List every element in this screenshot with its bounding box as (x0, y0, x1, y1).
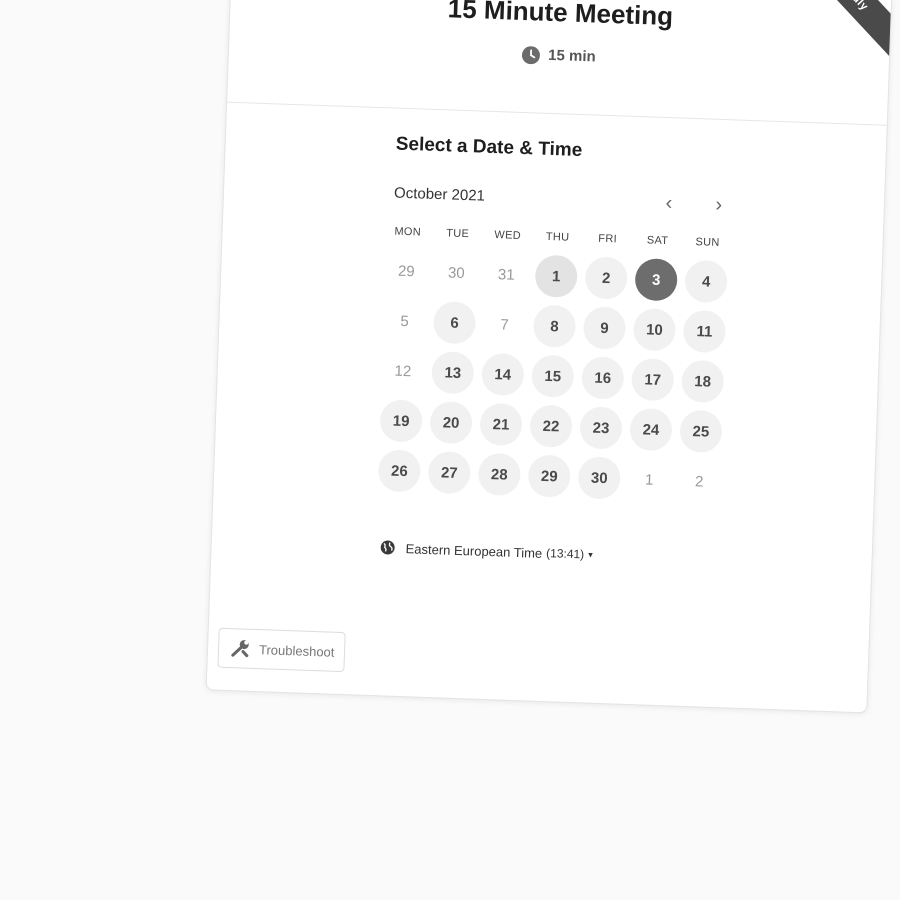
globe-icon (379, 539, 396, 556)
day-label: 7 (500, 315, 510, 334)
timezone-name: Eastern European Time (405, 540, 543, 561)
weekday-label: TUE (446, 227, 470, 241)
booking-card: dly 15 Minute Meeting 15 min Select a Da… (205, 0, 893, 714)
day-cell: 29 (380, 245, 432, 297)
next-month-button[interactable]: › (705, 192, 732, 219)
day-cell: 9 (579, 302, 631, 354)
day-cell: 5 (379, 295, 431, 347)
timezone-time: (13:41) (545, 546, 585, 562)
day-button[interactable]: 22 (529, 404, 573, 448)
day-cell: 10 (629, 304, 681, 356)
selected-day-button[interactable]: 3 (634, 258, 678, 302)
day-button[interactable]: 8 (532, 304, 577, 348)
day-cell: 6 (429, 297, 481, 349)
day-button[interactable]: 1 (534, 254, 578, 298)
day-cell: 12 (377, 345, 429, 397)
day-cell: 21 (475, 399, 527, 451)
day-button[interactable]: 17 (630, 357, 675, 402)
day-cell: 30 (430, 247, 482, 299)
day-button[interactable]: 4 (684, 259, 728, 304)
day-cell: 2 (673, 456, 725, 508)
day-cell: 25 (675, 406, 727, 458)
meeting-title: 15 Minute Meeting (447, 0, 674, 32)
day-button[interactable]: 24 (629, 407, 673, 452)
day-cell: 27 (423, 447, 475, 499)
day-button[interactable]: 19 (379, 399, 423, 443)
day-cell: 19 (375, 395, 427, 447)
day-cell: 1 (623, 454, 675, 506)
day-cell: 11 (679, 306, 731, 358)
day-cell: 24 (625, 404, 677, 456)
day-button[interactable]: 18 (680, 359, 725, 404)
weekday-label: SAT (646, 234, 669, 248)
day-cell: 16 (577, 352, 629, 404)
weekday-label: THU (545, 230, 570, 244)
event-header: 15 Minute Meeting 15 min (227, 0, 892, 126)
day-button[interactable]: 23 (579, 406, 623, 450)
troubleshoot-button[interactable]: Troubleshoot (217, 627, 347, 673)
day-button[interactable]: 2 (584, 256, 628, 300)
day-cell: 1 (530, 250, 582, 302)
day-button[interactable]: 13 (431, 350, 475, 395)
day-button[interactable]: 10 (632, 307, 677, 352)
day-cell: 20 (425, 397, 477, 449)
wrench-icon (229, 637, 252, 660)
month-label: October 2021 (393, 184, 486, 205)
day-label: 29 (397, 262, 415, 280)
day-label: 31 (497, 265, 515, 284)
day-button[interactable]: 14 (481, 352, 525, 397)
day-label: 5 (400, 312, 410, 330)
day-cell: 8 (529, 300, 581, 352)
day-button[interactable]: 25 (679, 409, 723, 454)
day-cell: 7 (479, 299, 531, 351)
day-button[interactable]: 11 (682, 309, 727, 354)
day-button[interactable]: 20 (429, 400, 473, 445)
day-label: 2 (694, 472, 704, 491)
calendar-grid: MON TUE WED THU FRI SAT SUN 29 30 31 1 2 3 4 5 6… (374, 225, 733, 507)
day-button[interactable]: 9 (582, 306, 627, 350)
day-button[interactable]: 29 (527, 454, 572, 498)
day-cell: 13 (427, 347, 479, 399)
day-label: 30 (447, 263, 465, 282)
page-background: dly 15 Minute Meeting 15 min Select a Da… (0, 0, 900, 900)
day-cell: 3 (630, 254, 682, 306)
day-cell: 22 (525, 400, 577, 452)
day-cell: 31 (480, 249, 532, 301)
day-button[interactable]: 15 (531, 354, 575, 398)
day-button[interactable]: 21 (479, 402, 523, 447)
day-button[interactable]: 30 (577, 456, 621, 500)
day-button[interactable]: 16 (581, 356, 625, 400)
day-cell: 14 (477, 349, 529, 401)
weekday-label: FRI (598, 232, 618, 246)
troubleshoot-label: Troubleshoot (258, 641, 335, 660)
duration: 15 min (229, 36, 889, 77)
day-button[interactable]: 28 (477, 452, 522, 497)
weekday-label: SUN (695, 236, 720, 249)
day-cell: 15 (527, 350, 579, 402)
day-button[interactable]: 26 (377, 449, 422, 493)
day-cell: 4 (680, 256, 732, 308)
caret-down-icon: ▾ (588, 549, 593, 560)
weekday-label: WED (494, 229, 522, 242)
timezone-selector[interactable]: Eastern European Time (13:41) ▾ (379, 539, 593, 562)
clock-icon (522, 46, 541, 65)
day-cell: 30 (573, 452, 625, 504)
day-cell: 18 (677, 356, 729, 408)
day-label: 1 (644, 470, 654, 489)
day-cell: 26 (374, 445, 426, 497)
day-cell: 17 (627, 354, 679, 406)
duration-label: 15 min (547, 46, 597, 66)
day-button[interactable]: 27 (427, 450, 472, 495)
section-title: Select a Date & Time (395, 133, 583, 162)
day-cell: 29 (523, 450, 575, 502)
day-cell: 28 (473, 449, 525, 501)
day-button[interactable]: 6 (432, 301, 477, 345)
day-cell: 23 (575, 402, 627, 454)
day-label: 12 (394, 362, 412, 380)
weekday-label: MON (394, 225, 422, 239)
day-cell: 2 (580, 252, 632, 304)
prev-month-button[interactable]: ‹ (655, 191, 682, 218)
